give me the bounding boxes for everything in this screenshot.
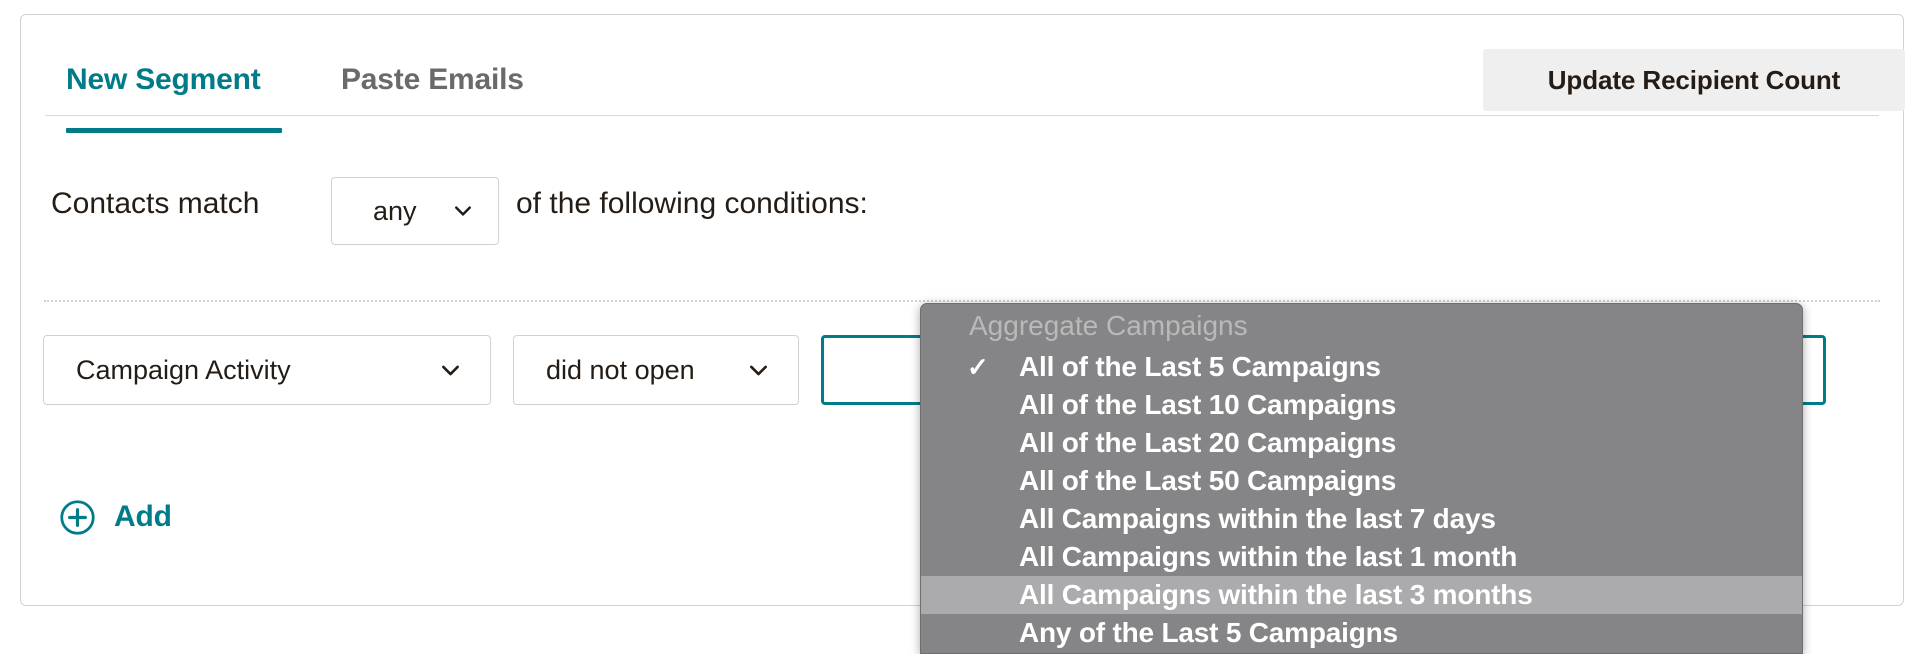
dropdown-option-label: All of the Last 50 Campaigns xyxy=(1019,465,1397,496)
value-dropdown-menu[interactable]: Aggregate Campaigns ✓ All of the Last 5 C… xyxy=(920,303,1803,654)
condition-operator-value: did not open xyxy=(546,355,695,385)
dropdown-option[interactable]: All Campaigns within the last 7 days xyxy=(921,500,1802,538)
match-operator-value: any xyxy=(373,196,417,226)
dropdown-option[interactable]: ✓ All of the Last 5 Campaigns xyxy=(921,348,1802,386)
tab-paste-emails[interactable]: Paste Emails xyxy=(341,63,524,97)
tab-new-segment[interactable]: New Segment xyxy=(66,63,261,97)
dropdown-option-list: ✓ All of the Last 5 Campaigns All of the L… xyxy=(921,348,1802,652)
dropdown-option[interactable]: All of the Last 20 Campaigns xyxy=(921,424,1802,462)
condition-field-value: Campaign Activity xyxy=(76,355,291,385)
tab-active-indicator xyxy=(66,128,282,133)
checkmark-icon: ✓ xyxy=(967,352,989,382)
dropdown-option[interactable]: All of the Last 50 Campaigns xyxy=(921,462,1802,500)
chevron-down-icon xyxy=(455,206,471,216)
contacts-match-row: Contacts match any of the following cond… xyxy=(21,160,1903,270)
update-recipient-count-button[interactable]: Update Recipient Count xyxy=(1483,49,1905,111)
dropdown-option-label: All Campaigns within the last 1 month xyxy=(1019,541,1518,572)
dropdown-group-label: Aggregate Campaigns xyxy=(969,310,1248,341)
add-condition-label: Add xyxy=(114,500,172,533)
chevron-down-icon xyxy=(750,365,767,376)
dropdown-option-label: All of the Last 20 Campaigns xyxy=(1019,427,1397,458)
dropdown-option-label: All Campaigns within the last 7 days xyxy=(1019,503,1496,534)
dropdown-option[interactable]: All of the Last 10 Campaigns xyxy=(921,386,1802,424)
dropdown-option-label: Any of the Last 5 Campaigns xyxy=(1019,617,1398,648)
condition-operator-select[interactable]: did not open xyxy=(513,335,799,405)
chevron-down-icon xyxy=(442,365,459,376)
contacts-match-suffix-label: of the following conditions: xyxy=(516,187,868,220)
tab-bar-divider xyxy=(45,115,1879,116)
circle-plus-icon xyxy=(60,499,95,535)
dropdown-option-label: All of the Last 10 Campaigns xyxy=(1019,389,1397,420)
dropdown-option-label: All of the Last 5 Campaigns xyxy=(1019,351,1381,382)
contacts-match-prefix-label: Contacts match xyxy=(51,187,260,220)
conditions-divider xyxy=(44,300,1880,302)
condition-field-select[interactable]: Campaign Activity xyxy=(43,335,491,405)
add-condition-button[interactable]: Add xyxy=(59,493,172,541)
dropdown-option[interactable]: All Campaigns within the last 3 months xyxy=(921,576,1802,614)
dropdown-option[interactable]: Any of the Last 5 Campaigns xyxy=(921,614,1802,652)
dropdown-option[interactable]: All Campaigns within the last 1 month xyxy=(921,538,1802,576)
match-operator-select[interactable]: any xyxy=(331,177,499,245)
dropdown-option-label: All Campaigns within the last 3 months xyxy=(1019,579,1533,610)
